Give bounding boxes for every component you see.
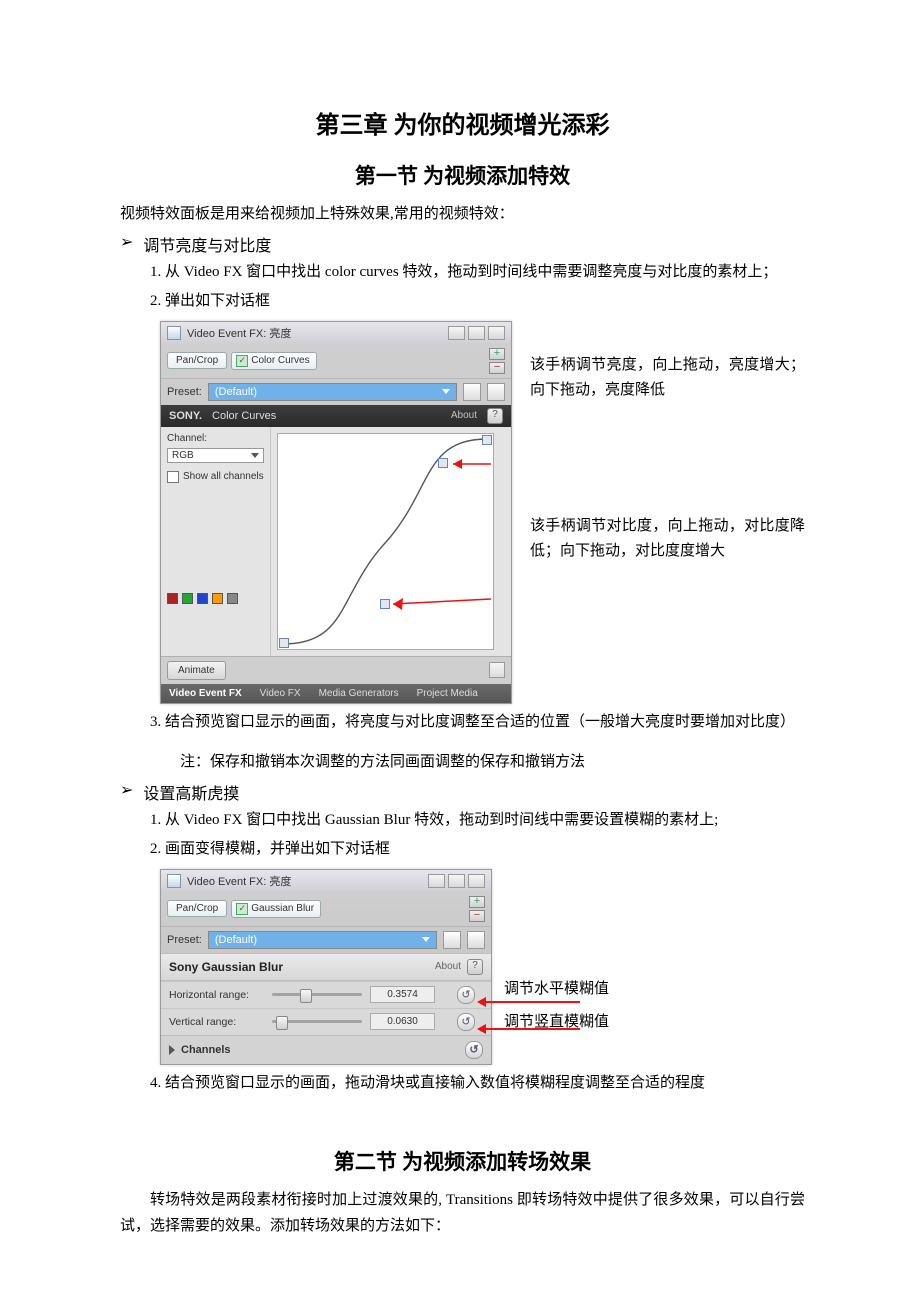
curve-handle-contrast[interactable] bbox=[380, 599, 390, 609]
chapter-title: 第三章 为你的视频增光添彩 bbox=[120, 105, 805, 140]
gaussian-blur-dialog: Video Event FX: 亮度 Pan/Crop ✓ Gaussian B… bbox=[160, 869, 492, 1065]
channels-reset-button[interactable]: ↺ bbox=[465, 1041, 483, 1059]
swatch-red[interactable] bbox=[167, 593, 178, 604]
about-link[interactable]: About bbox=[435, 961, 461, 972]
horizontal-slider[interactable] bbox=[272, 988, 362, 1002]
check-icon: ✓ bbox=[236, 355, 248, 367]
bullet-brightness: 调节亮度与对比度 bbox=[143, 232, 271, 256]
channel-label: Channel: bbox=[167, 433, 264, 444]
step-a3: 3. 结合预览窗口显示的画面，将亮度与对比度调整至合适的位置（一般增大亮度时要增… bbox=[120, 710, 805, 736]
step-a2: 2. 弹出如下对话框 bbox=[120, 289, 805, 315]
preset-save-button[interactable] bbox=[443, 931, 461, 949]
fx-title: Sony Gaussian Blur bbox=[169, 960, 283, 974]
window-title: Video Event FX: 亮度 bbox=[187, 325, 291, 341]
annotation-horizontal: 调节水平模糊值 bbox=[504, 977, 609, 1003]
swatch-orange[interactable] bbox=[212, 593, 223, 604]
chevron-down-icon bbox=[251, 453, 259, 458]
step-a1: 1. 从 Video FX 窗口中找出 color curves 特效，拖动到时… bbox=[120, 260, 805, 286]
chevron-down-icon bbox=[422, 937, 430, 942]
swatch-blue[interactable] bbox=[197, 593, 208, 604]
color-curves-dialog: Video Event FX: 亮度 Pan/Crop ✓ Color Curv… bbox=[160, 321, 512, 704]
section1-intro: 视频特效面板是用来给视频加上特殊效果,常用的视频特效： bbox=[120, 202, 805, 228]
step-b1: 1. 从 Video FX 窗口中找出 Gaussian Blur 特效，拖动到… bbox=[150, 808, 805, 834]
window-icon bbox=[167, 326, 181, 340]
swatch-gray[interactable] bbox=[227, 593, 238, 604]
arrow-icon bbox=[485, 1001, 580, 1003]
vertical-slider[interactable] bbox=[272, 1015, 362, 1029]
preset-label: Preset: bbox=[167, 386, 202, 398]
help-button[interactable]: ? bbox=[487, 408, 503, 424]
step-b4: 4. 结合预览窗口显示的画面，拖动滑块或直接输入数值将模糊程度调整至合适的程度 bbox=[120, 1071, 805, 1097]
triangle-right-icon bbox=[169, 1045, 175, 1055]
preset-dropdown[interactable]: (Default) bbox=[208, 931, 437, 949]
help-button[interactable]: ? bbox=[467, 959, 483, 975]
vertical-value[interactable]: 0.0630 bbox=[370, 1013, 435, 1030]
preset-dropdown[interactable]: (Default) bbox=[208, 383, 457, 401]
annotation-vertical: 调节竖直模糊值 bbox=[504, 1010, 609, 1036]
arrow-icon bbox=[485, 1028, 580, 1030]
about-link[interactable]: About bbox=[451, 410, 477, 421]
animate-button[interactable]: Animate bbox=[167, 661, 226, 680]
maximize-button[interactable] bbox=[448, 874, 465, 888]
chain-remove-button[interactable]: − bbox=[489, 362, 505, 374]
minimize-button[interactable] bbox=[448, 326, 465, 340]
fx-name: Color Curves bbox=[212, 410, 276, 422]
preset-delete-button[interactable] bbox=[487, 383, 505, 401]
section2-intro: 转场特效是两段素材衔接时加上过渡效果的, Transitions 即转场特效中提… bbox=[120, 1188, 805, 1239]
maximize-button[interactable] bbox=[468, 326, 485, 340]
vertical-reset-button[interactable]: ↺ bbox=[457, 1013, 475, 1031]
close-button[interactable] bbox=[488, 326, 505, 340]
check-icon: ✓ bbox=[236, 903, 248, 915]
swatch-green[interactable] bbox=[182, 593, 193, 604]
section2-title: 第二节 为视频添加转场效果 bbox=[120, 1146, 805, 1176]
sony-logo: SONY. bbox=[169, 410, 202, 422]
checkbox-icon bbox=[167, 471, 179, 483]
tab-project-media[interactable]: Project Media bbox=[417, 688, 478, 699]
horizontal-value[interactable]: 0.3574 bbox=[370, 986, 435, 1003]
curve-handle-brightness[interactable] bbox=[438, 458, 448, 468]
preset-delete-button[interactable] bbox=[467, 931, 485, 949]
chain-add-button[interactable]: + bbox=[489, 348, 505, 360]
restore-button[interactable] bbox=[489, 662, 505, 678]
chain-add-button[interactable]: + bbox=[469, 896, 485, 908]
chain-gaussian[interactable]: ✓ Gaussian Blur bbox=[231, 900, 321, 918]
curve-handle-origin[interactable] bbox=[279, 638, 289, 648]
bullet-icon: ➢ bbox=[120, 780, 133, 804]
show-all-checkbox[interactable]: Show all channels bbox=[167, 471, 264, 483]
step-b2: 2. 画面变得模糊，并弹出如下对话框 bbox=[150, 837, 805, 863]
close-button[interactable] bbox=[468, 874, 485, 888]
annotation-brightness: 该手柄调节亮度，向上拖动，亮度增大；向下拖动，亮度降低 bbox=[530, 353, 805, 404]
minimize-button[interactable] bbox=[428, 874, 445, 888]
preset-save-button[interactable] bbox=[463, 383, 481, 401]
step-a3-note: 注：保存和撤销本次调整的方法同画面调整的保存和撤销方法 bbox=[180, 750, 805, 776]
bullet-gaussian: 设置高斯虎摸 bbox=[143, 780, 239, 804]
horizontal-reset-button[interactable]: ↺ bbox=[457, 986, 475, 1004]
window-title: Video Event FX: 亮度 bbox=[187, 873, 291, 889]
preset-label: Preset: bbox=[167, 934, 202, 946]
curve-handle-end[interactable] bbox=[482, 435, 492, 445]
curves-graph[interactable] bbox=[277, 433, 494, 650]
window-icon bbox=[167, 874, 181, 888]
channels-header[interactable]: Channels ↺ bbox=[161, 1035, 491, 1064]
chain-pan-crop[interactable]: Pan/Crop bbox=[167, 900, 227, 917]
vertical-label: Vertical range: bbox=[169, 1016, 264, 1028]
tab-video-fx[interactable]: Video FX bbox=[260, 688, 301, 699]
chain-remove-button[interactable]: − bbox=[469, 910, 485, 922]
horizontal-range-row: Horizontal range: 0.3574 ↺ bbox=[161, 981, 491, 1008]
bullet-icon: ➢ bbox=[120, 232, 133, 256]
annotation-contrast: 该手柄调节对比度，向上拖动，对比度降低；向下拖动，对比度度增大 bbox=[530, 514, 805, 565]
vertical-range-row: Vertical range: 0.0630 ↺ bbox=[161, 1008, 491, 1035]
chain-color-curves[interactable]: ✓ Color Curves bbox=[231, 352, 316, 370]
horizontal-label: Horizontal range: bbox=[169, 989, 264, 1001]
tab-media-generators[interactable]: Media Generators bbox=[319, 688, 399, 699]
channel-dropdown[interactable]: RGB bbox=[167, 448, 264, 463]
section1-title: 第一节 为视频添加特效 bbox=[120, 160, 805, 190]
tab-video-event-fx[interactable]: Video Event FX bbox=[169, 688, 242, 699]
chain-pan-crop[interactable]: Pan/Crop bbox=[167, 352, 227, 369]
chevron-down-icon bbox=[442, 389, 450, 394]
